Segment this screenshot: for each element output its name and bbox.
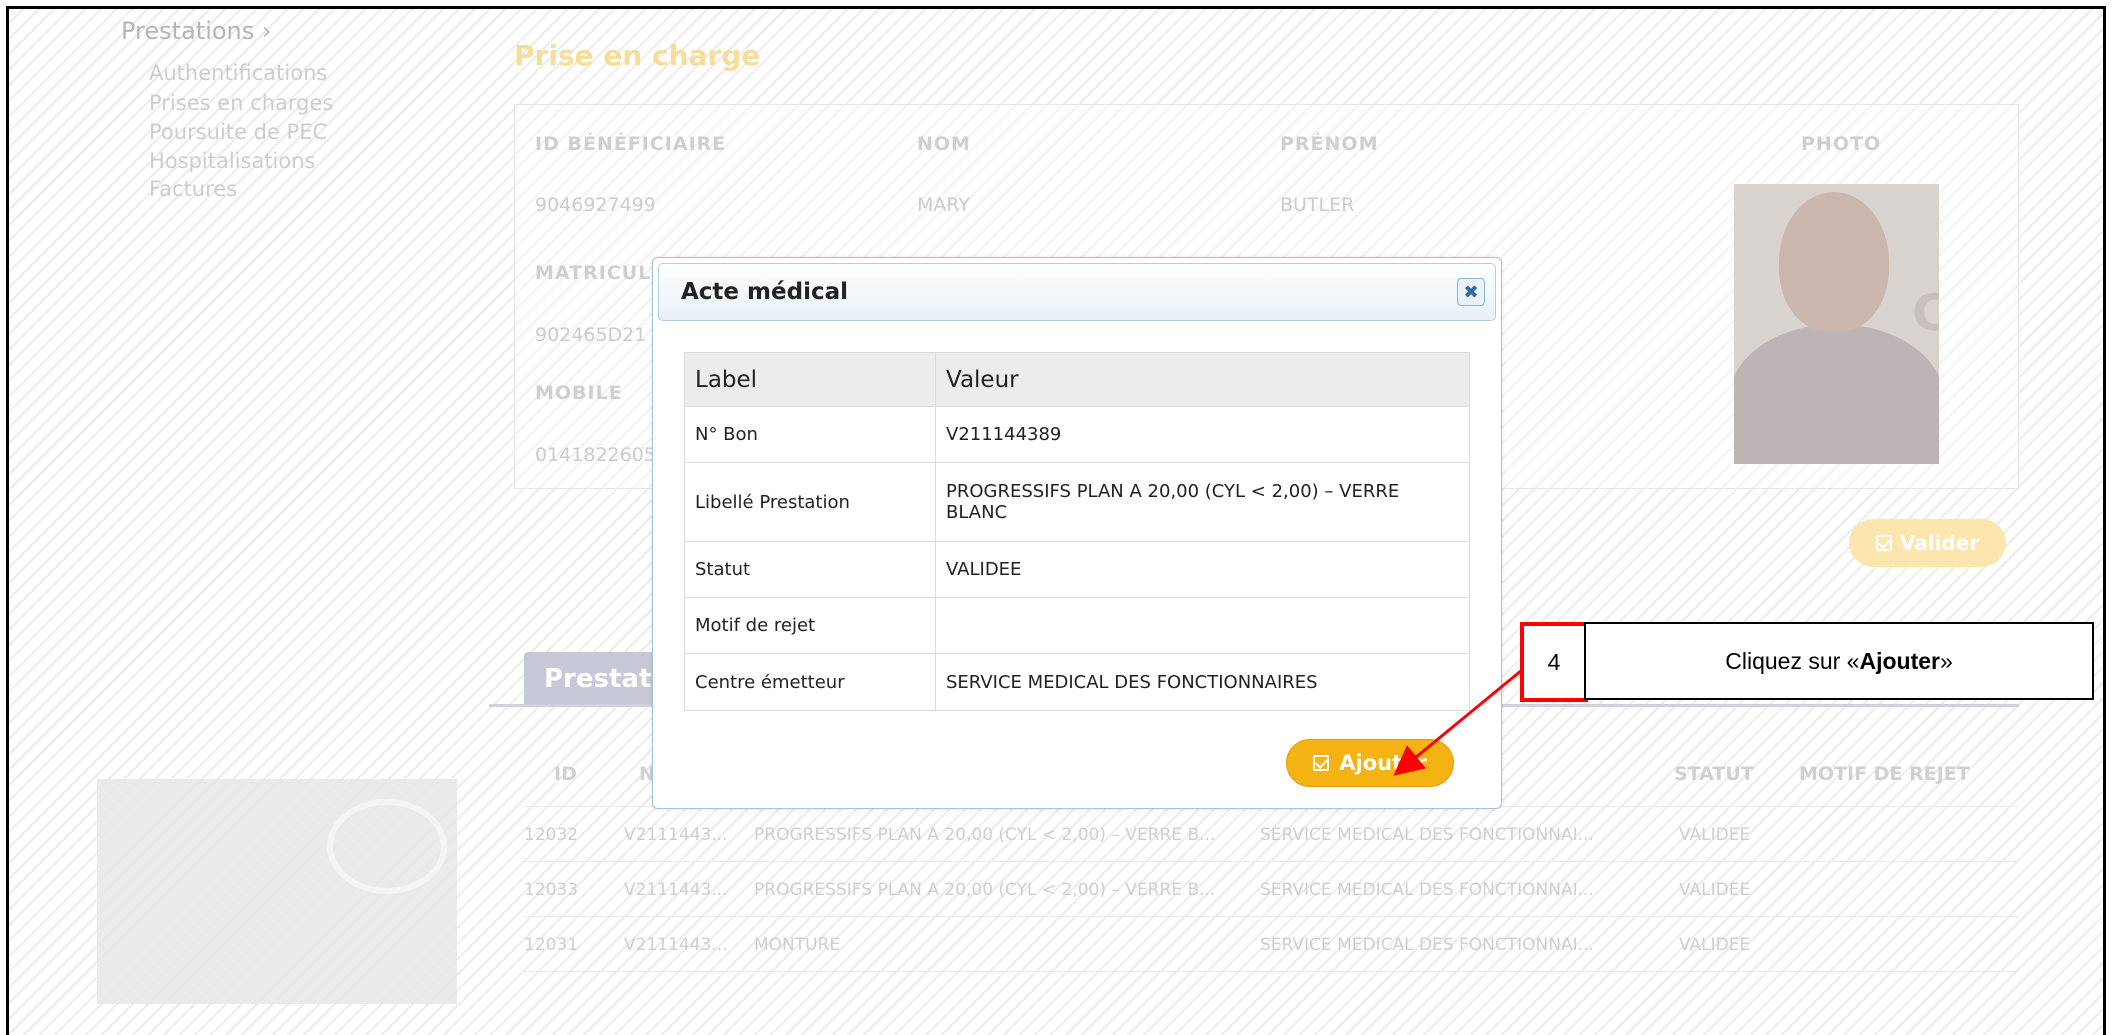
- table-row: Centre émetteur SERVICE MEDICAL DES FONC…: [684, 653, 1470, 711]
- cell-statut: VALIDEE: [1679, 935, 1751, 955]
- cell-statut: VALIDEE: [1679, 880, 1751, 900]
- row-value: V211144389: [935, 406, 1470, 463]
- matricule-label: MATRICUL: [535, 262, 652, 284]
- instruction-suffix: »: [1939, 647, 1953, 674]
- page-title: Prise en charge: [514, 39, 761, 72]
- header-id: ID: [554, 763, 577, 785]
- beneficiary-photo: C: [1734, 184, 1939, 464]
- sidebar-item-factures[interactable]: Factures: [149, 177, 237, 201]
- glasses-image: [97, 779, 457, 1004]
- mobile-value: 0141822605: [535, 444, 656, 466]
- table-row: Motif de rejet: [684, 597, 1470, 654]
- close-icon[interactable]: ✖: [1457, 278, 1485, 306]
- header-statut: STATUT: [1674, 763, 1754, 785]
- ajouter-button[interactable]: Ajouter: [1286, 739, 1454, 787]
- prenom-value: BUTLER: [1280, 194, 1355, 216]
- id-label: ID BÉNÉFICIAIRE: [535, 133, 727, 155]
- check-icon: [1875, 535, 1892, 551]
- acte-medical-modal: Acte médical ✖ Label Valeur N° Bon V2111…: [652, 257, 1502, 809]
- instruction-bold: Ajouter: [1859, 647, 1940, 674]
- sidebar-item-prises-en-charges[interactable]: Prises en charges: [149, 91, 333, 115]
- row-label: Statut: [684, 541, 936, 598]
- cell-statut: VALIDEE: [1679, 825, 1751, 845]
- acte-details-table: Label Valeur N° Bon V211144389 Libellé P…: [684, 352, 1470, 711]
- cell-centre: SERVICE MEDICAL DES FONCTIONNAI...: [1260, 825, 1594, 845]
- sidebar-item-hospitalisations[interactable]: Hospitalisations: [149, 149, 316, 173]
- modal-title: Acte médical: [681, 279, 848, 305]
- cell-centre: SERVICE MEDICAL DES FONCTIONNAI...: [1260, 880, 1594, 900]
- ajouter-label: Ajouter: [1339, 751, 1427, 775]
- row-label: Libellé Prestation: [684, 462, 936, 542]
- sidebar-title[interactable]: Prestations ›: [121, 17, 271, 45]
- cell-id: 12033: [524, 880, 579, 900]
- cell-libelle: PROGRESSIFS PLAN A 20,00 (CYL < 2,00) – …: [754, 880, 1216, 900]
- table-row: N° Bon V211144389: [684, 406, 1470, 463]
- row-label: Motif de rejet: [684, 597, 936, 654]
- instruction-box: Cliquez sur « Ajouter »: [1584, 622, 2094, 700]
- table-header-row: Label Valeur: [684, 352, 1470, 407]
- photo-label: PHOTO: [1801, 133, 1882, 155]
- cell-centre: SERVICE MEDICAL DES FONCTIONNAI...: [1260, 935, 1594, 955]
- cell-bon: V2111443...: [624, 825, 728, 845]
- table-row[interactable]: 12032 V2111443... PROGRESSIFS PLAN A 20,…: [524, 807, 2019, 862]
- row-value: SERVICE MEDICAL DES FONCTIONNAIRES: [935, 653, 1470, 711]
- step-number-box: 4: [1520, 622, 1588, 702]
- nom-label: NOM: [917, 133, 971, 155]
- table-row: Statut VALIDEE: [684, 541, 1470, 598]
- check-icon: [1313, 755, 1330, 771]
- row-label: N° Bon: [684, 406, 936, 463]
- row-label: Centre émetteur: [684, 653, 936, 711]
- cell-libelle: MONTURE: [754, 935, 841, 955]
- modal-header[interactable]: Acte médical ✖: [658, 263, 1496, 321]
- cell-id: 12031: [524, 935, 579, 955]
- valider-label: Valider: [1899, 531, 1980, 555]
- mobile-label: MOBILE: [535, 382, 623, 404]
- prenom-label: PRÉNOM: [1280, 133, 1379, 155]
- header-valeur: Valeur: [935, 352, 1470, 407]
- valider-button[interactable]: Valider: [1849, 519, 2006, 567]
- row-value: PROGRESSIFS PLAN A 20,00 (CYL < 2,00) – …: [935, 462, 1470, 542]
- nom-value: MARY: [917, 194, 970, 216]
- row-value: VALIDEE: [935, 541, 1470, 598]
- instruction-prefix: Cliquez sur «: [1725, 647, 1860, 674]
- matricule-value: 902465D21: [535, 324, 647, 346]
- table-row[interactable]: 12033 V2111443... PROGRESSIFS PLAN A 20,…: [524, 862, 2019, 917]
- table-row: Libellé Prestation PROGRESSIFS PLAN A 20…: [684, 462, 1470, 542]
- sidebar-item-authentifications[interactable]: Authentifications: [149, 61, 327, 85]
- screenshot-frame: Prestations › Authentifications Prises e…: [6, 6, 2106, 1035]
- table-row[interactable]: 12031 V2111443... MONTURE SERVICE MEDICA…: [524, 917, 2019, 972]
- cell-id: 12032: [524, 825, 579, 845]
- header-motif: MOTIF DE REJET: [1799, 763, 1970, 785]
- row-value: [935, 597, 1470, 654]
- cell-libelle: PROGRESSIFS PLAN A 20,00 (CYL < 2,00) – …: [754, 825, 1216, 845]
- sidebar-item-poursuite-de-pec[interactable]: Poursuite de PEC: [149, 120, 327, 144]
- id-value: 9046927499: [535, 194, 656, 216]
- header-label: Label: [684, 352, 936, 407]
- cell-bon: V2111443...: [624, 880, 728, 900]
- cell-bon: V2111443...: [624, 935, 728, 955]
